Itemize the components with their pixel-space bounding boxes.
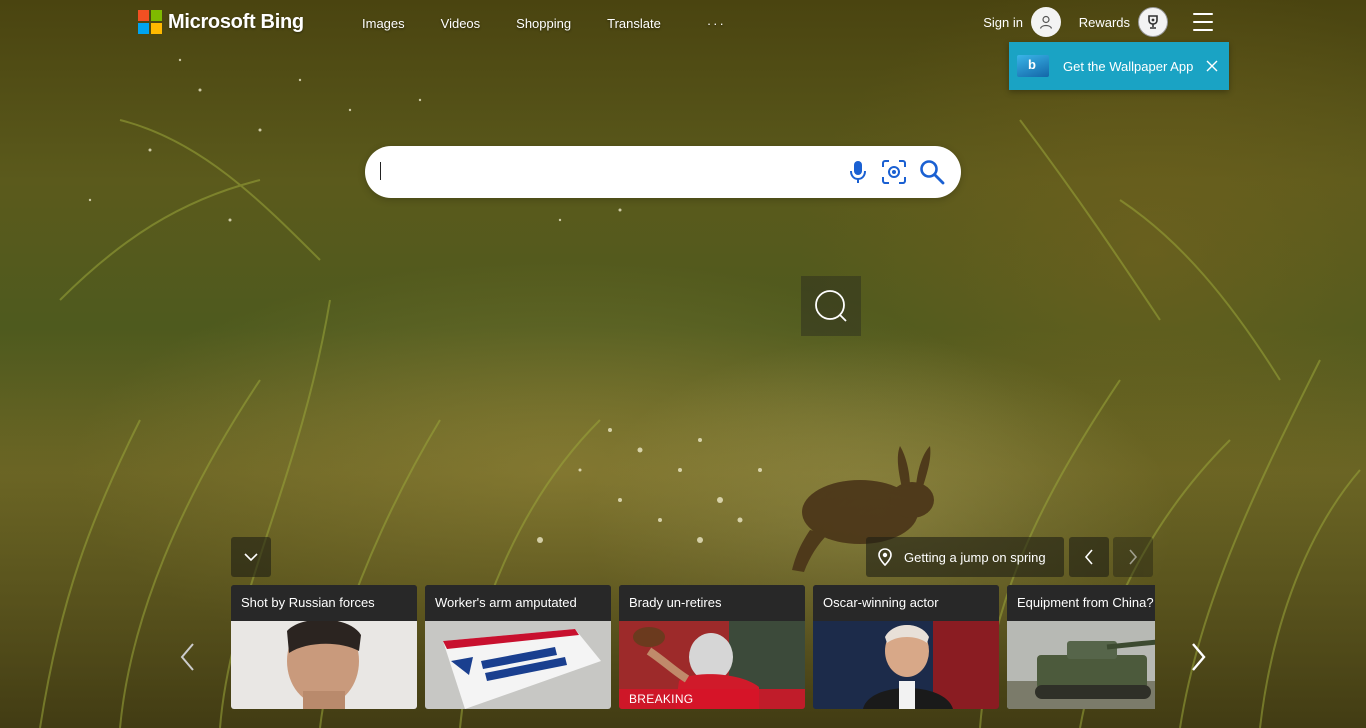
news-card[interactable]: Equipment from China?: [1007, 585, 1155, 709]
breaking-badge: BREAKING: [619, 689, 805, 709]
news-card-title: Equipment from China?: [1007, 585, 1155, 621]
image-visual-search-button[interactable]: [801, 276, 861, 336]
image-story-label: Getting a jump on spring: [904, 549, 1046, 565]
search-input[interactable]: [381, 156, 825, 190]
carousel-next-button[interactable]: [1187, 640, 1211, 674]
wallpaper-app-label[interactable]: Get the Wallpaper App: [1063, 59, 1193, 74]
news-card-image: [813, 621, 999, 709]
search-box: [365, 146, 961, 198]
header-right: Sign in Rewards: [0, 6, 1366, 38]
carousel-prev-button[interactable]: [175, 640, 199, 674]
news-card[interactable]: Worker's arm amputated: [425, 585, 611, 709]
chevron-right-icon: [1192, 643, 1206, 671]
previous-image-button[interactable]: [1069, 537, 1109, 577]
news-card-image: [231, 621, 417, 709]
visual-search-icon: [815, 290, 847, 322]
collapse-feed-button[interactable]: [231, 537, 271, 577]
news-card-image: [425, 621, 611, 709]
news-card[interactable]: Shot by Russian forces: [231, 585, 417, 709]
signin-button[interactable]: Sign in: [983, 6, 1061, 38]
news-card-title: Oscar-winning actor: [813, 585, 999, 621]
news-card-image: [1007, 621, 1155, 709]
news-card[interactable]: Oscar-winning actor: [813, 585, 999, 709]
rewards-button[interactable]: Rewards: [1079, 6, 1168, 38]
chevron-left-icon: [180, 643, 194, 671]
user-icon: [1039, 15, 1053, 29]
rewards-trophy-icon: [1138, 7, 1168, 37]
news-card[interactable]: Brady un-retires BREAKING: [619, 585, 805, 709]
location-pin-icon: [878, 548, 892, 566]
image-story-button[interactable]: Getting a jump on spring: [866, 537, 1064, 577]
news-card-title: Brady un-retires: [619, 585, 805, 621]
microphone-icon[interactable]: [845, 159, 871, 185]
search-icon[interactable]: [919, 159, 945, 185]
news-carousel: Shot by Russian forces Worker's arm ampu…: [231, 585, 1155, 709]
news-card-title: Shot by Russian forces: [231, 585, 417, 621]
wallpaper-app-icon: [1017, 55, 1049, 77]
visual-search-camera-icon[interactable]: [881, 159, 907, 185]
text-caret: [380, 162, 381, 180]
wallpaper-app-popup[interactable]: Get the Wallpaper App: [1009, 42, 1229, 90]
rewards-label: Rewards: [1078, 14, 1130, 30]
news-card-title: Worker's arm amputated: [425, 585, 611, 621]
close-icon[interactable]: [1205, 59, 1219, 73]
hamburger-menu-icon[interactable]: [1193, 13, 1213, 31]
chevron-right-icon: [1129, 549, 1138, 565]
signin-label: Sign in: [983, 14, 1023, 30]
chevron-down-icon: [244, 553, 258, 562]
next-image-button[interactable]: [1113, 537, 1153, 577]
avatar: [1031, 7, 1061, 37]
chevron-left-icon: [1084, 549, 1093, 565]
